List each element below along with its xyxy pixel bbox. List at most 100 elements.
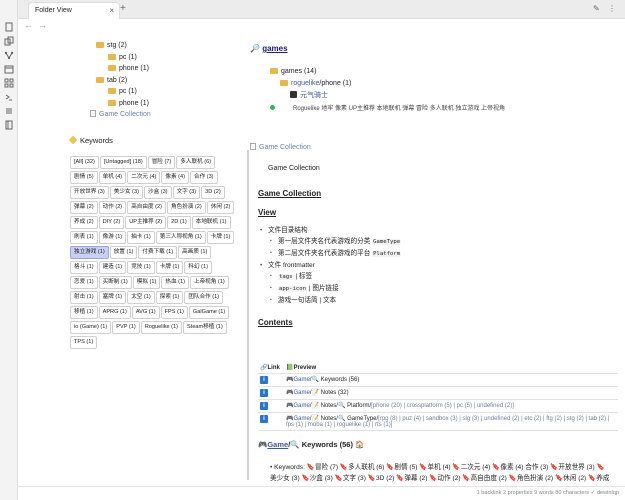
keyword-tag[interactable]: 合作 (3) — [189, 171, 218, 184]
folder-icon — [108, 88, 116, 94]
tree-row[interactable]: Roguelike 地牢 像素 UP主推荐 本地联机 弹幕 冒险 多人联机 独立… — [270, 104, 505, 116]
keyword-tag[interactable]: DIY (2) — [98, 216, 125, 229]
keyword-tag[interactable]: 探索 (1) — [155, 291, 184, 304]
info-icon[interactable]: i — [260, 376, 268, 384]
keyword-tag[interactable]: 像游 (1) — [98, 231, 127, 244]
keyword-tag[interactable]: 建造 (1) — [98, 261, 127, 274]
file-icon — [90, 110, 96, 117]
keyword-tag[interactable]: 休闲 (2) — [206, 201, 235, 214]
doc-file-header[interactable]: Game Collection — [250, 143, 311, 151]
keyword-tag[interactable]: 弹幕 (2) — [70, 201, 98, 214]
keyword-tag[interactable]: GalGame (1) — [188, 306, 230, 319]
keyword-tag[interactable]: 射击 (1) — [70, 291, 98, 304]
keyword-tag[interactable]: 格斗 (1) — [70, 261, 98, 274]
keyword-tag[interactable]: 本地联机 (1) — [191, 216, 231, 229]
keyword-tag[interactable]: 竞技 (1) — [127, 261, 155, 274]
keyword-tag[interactable]: 沙盒 (3) — [143, 186, 172, 199]
new-tab-button[interactable]: + — [120, 3, 126, 14]
tree-row[interactable]: roguelike/phone (1) — [270, 78, 505, 90]
keyword-tag[interactable]: 付费下载 (1) — [138, 246, 178, 259]
keyword-tag[interactable]: 2D (1) — [167, 216, 191, 229]
keyword-tag[interactable]: 3D (2) — [201, 186, 225, 199]
tree-row[interactable]: games (14) — [270, 66, 505, 78]
keyword-tag[interactable]: 第三人称视角 (1) — [155, 231, 206, 244]
keyword-tag[interactable]: 放置 (1) — [109, 246, 138, 259]
keyword-tag[interactable]: 像素 (4) — [161, 171, 189, 184]
tree-row[interactable]: pc (1) — [90, 52, 151, 64]
info-icon[interactable]: i — [260, 415, 268, 423]
tree-row[interactable]: Game Collection — [90, 109, 151, 121]
keyword-tag[interactable]: 开放世界 (3) — [70, 186, 109, 199]
keyword-tag[interactable]: 上帝视角 (1) — [189, 276, 229, 289]
keyword-tag[interactable]: Roguelike (1) — [140, 321, 183, 334]
edit-icon[interactable]: ✎ — [593, 4, 600, 13]
keyword-tag[interactable]: 养成 (2) — [70, 216, 98, 229]
keyword-tag[interactable]: 高自由度 (2) — [127, 201, 166, 214]
keyword-tag[interactable]: 抽卡 (1) — [127, 231, 155, 244]
keyword-tag[interactable]: 刷表 (1) — [70, 231, 98, 244]
keyword-tag[interactable]: 移植 (1) — [70, 306, 98, 319]
keyword-tag[interactable]: APRG (1) — [98, 306, 131, 319]
keyword-tag[interactable]: UP主推荐 (2) — [125, 216, 167, 229]
keyword-tag[interactable]: 塞牌 (1) — [98, 291, 127, 304]
info-icon[interactable]: i — [260, 402, 268, 410]
keyword-tag[interactable]: 高画质 (1) — [178, 246, 212, 259]
tab-folder-view[interactable]: Folder View × — [28, 2, 120, 19]
column-header-preview: 📗Preview — [284, 362, 618, 374]
table-row: i 🎮Game/📝 Notes (32) — [258, 386, 618, 400]
keyword-tag[interactable]: 太空 (1) — [127, 291, 155, 304]
keyword-tag[interactable]: 多人联机 (6) — [176, 156, 216, 169]
calendar-icon[interactable] — [4, 64, 14, 74]
keyword-tag[interactable]: AVG (1) — [131, 306, 160, 319]
keyword-tag[interactable]: 独立游戏 (1) — [70, 246, 109, 259]
keyword-tag[interactable]: 美少女 (3) — [109, 186, 143, 199]
keyword-tag[interactable]: FPS (1) — [160, 306, 188, 319]
list-item: tags | 标签 — [268, 271, 618, 283]
keyword-tag[interactable]: 团队合作 (1) — [184, 291, 224, 304]
tree-row[interactable]: stg (2) — [90, 40, 151, 52]
keyword-tag[interactable]: Steam移植 (1) — [183, 321, 227, 334]
keyword-tag[interactable]: 文字 (3) — [172, 186, 201, 199]
tree-row[interactable]: pc (1) — [90, 86, 151, 98]
keyword-tags: [All] (32) [Untagged] (18) 冒险 (7) 多人联机 (6) 剧… — [70, 156, 240, 351]
list-icon[interactable] — [4, 106, 14, 116]
keyword-tag[interactable]: [All] (32) — [70, 156, 99, 169]
close-icon[interactable]: × — [109, 6, 114, 15]
back-button[interactable]: ← — [24, 20, 33, 30]
file-icon[interactable] — [4, 22, 14, 32]
more-icon[interactable]: ⋮ — [608, 4, 616, 13]
keyword-tag[interactable]: 恋爱 (1) — [70, 276, 98, 289]
keyword-tag[interactable]: PVP (1) — [112, 321, 140, 334]
tree-row[interactable]: tab (2) — [90, 75, 151, 87]
file-icon — [250, 143, 256, 150]
tree-row[interactable]: phone (1) — [90, 98, 151, 110]
keyword-tag[interactable]: 单机 (4) — [98, 171, 127, 184]
keyword-tag[interactable]: 冒险 (7) — [147, 156, 176, 169]
list-item: 游戏一句话简 | 文本 — [268, 295, 618, 306]
tree-row[interactable]: phone (1) — [90, 63, 151, 75]
keyword-tag[interactable]: 买断制 (1) — [98, 276, 132, 289]
forward-button[interactable]: → — [38, 20, 47, 30]
doc-line: Game Collection — [268, 165, 320, 172]
keyword-tag[interactable]: 模拟 (1) — [132, 276, 161, 289]
keyword-tag[interactable]: [Untagged] (18) — [99, 156, 147, 169]
keyword-tag[interactable]: 卡牌 (1) — [206, 231, 235, 244]
copy-icon[interactable] — [4, 36, 14, 46]
keyword-tag[interactable]: 动作 (2) — [98, 201, 127, 214]
graph-icon[interactable] — [4, 50, 14, 60]
keyword-tag[interactable]: 科幻 (1) — [184, 261, 212, 274]
grid-icon[interactable] — [4, 78, 14, 88]
terminal-icon[interactable] — [4, 92, 14, 102]
keyword-tag[interactable]: 剧情 (5) — [70, 171, 98, 184]
keyword-tag[interactable]: 热血 (1) — [161, 276, 189, 289]
keyword-tag[interactable]: TPS (1) — [70, 336, 98, 349]
book-icon[interactable] — [4, 120, 14, 130]
games-link[interactable]: games — [262, 44, 287, 53]
keyword-tag[interactable]: 卡牌 (1) — [155, 261, 184, 274]
keyword-tag[interactable]: 二次元 (4) — [127, 171, 161, 184]
keyword-tag[interactable]: io (Game) (1) — [70, 321, 112, 334]
info-icon[interactable]: i — [260, 389, 268, 397]
tree-row[interactable]: 元气骑士 — [270, 90, 505, 104]
pane-divider[interactable] — [247, 150, 249, 480]
keyword-tag[interactable]: 角色扮演 (2) — [166, 201, 206, 214]
